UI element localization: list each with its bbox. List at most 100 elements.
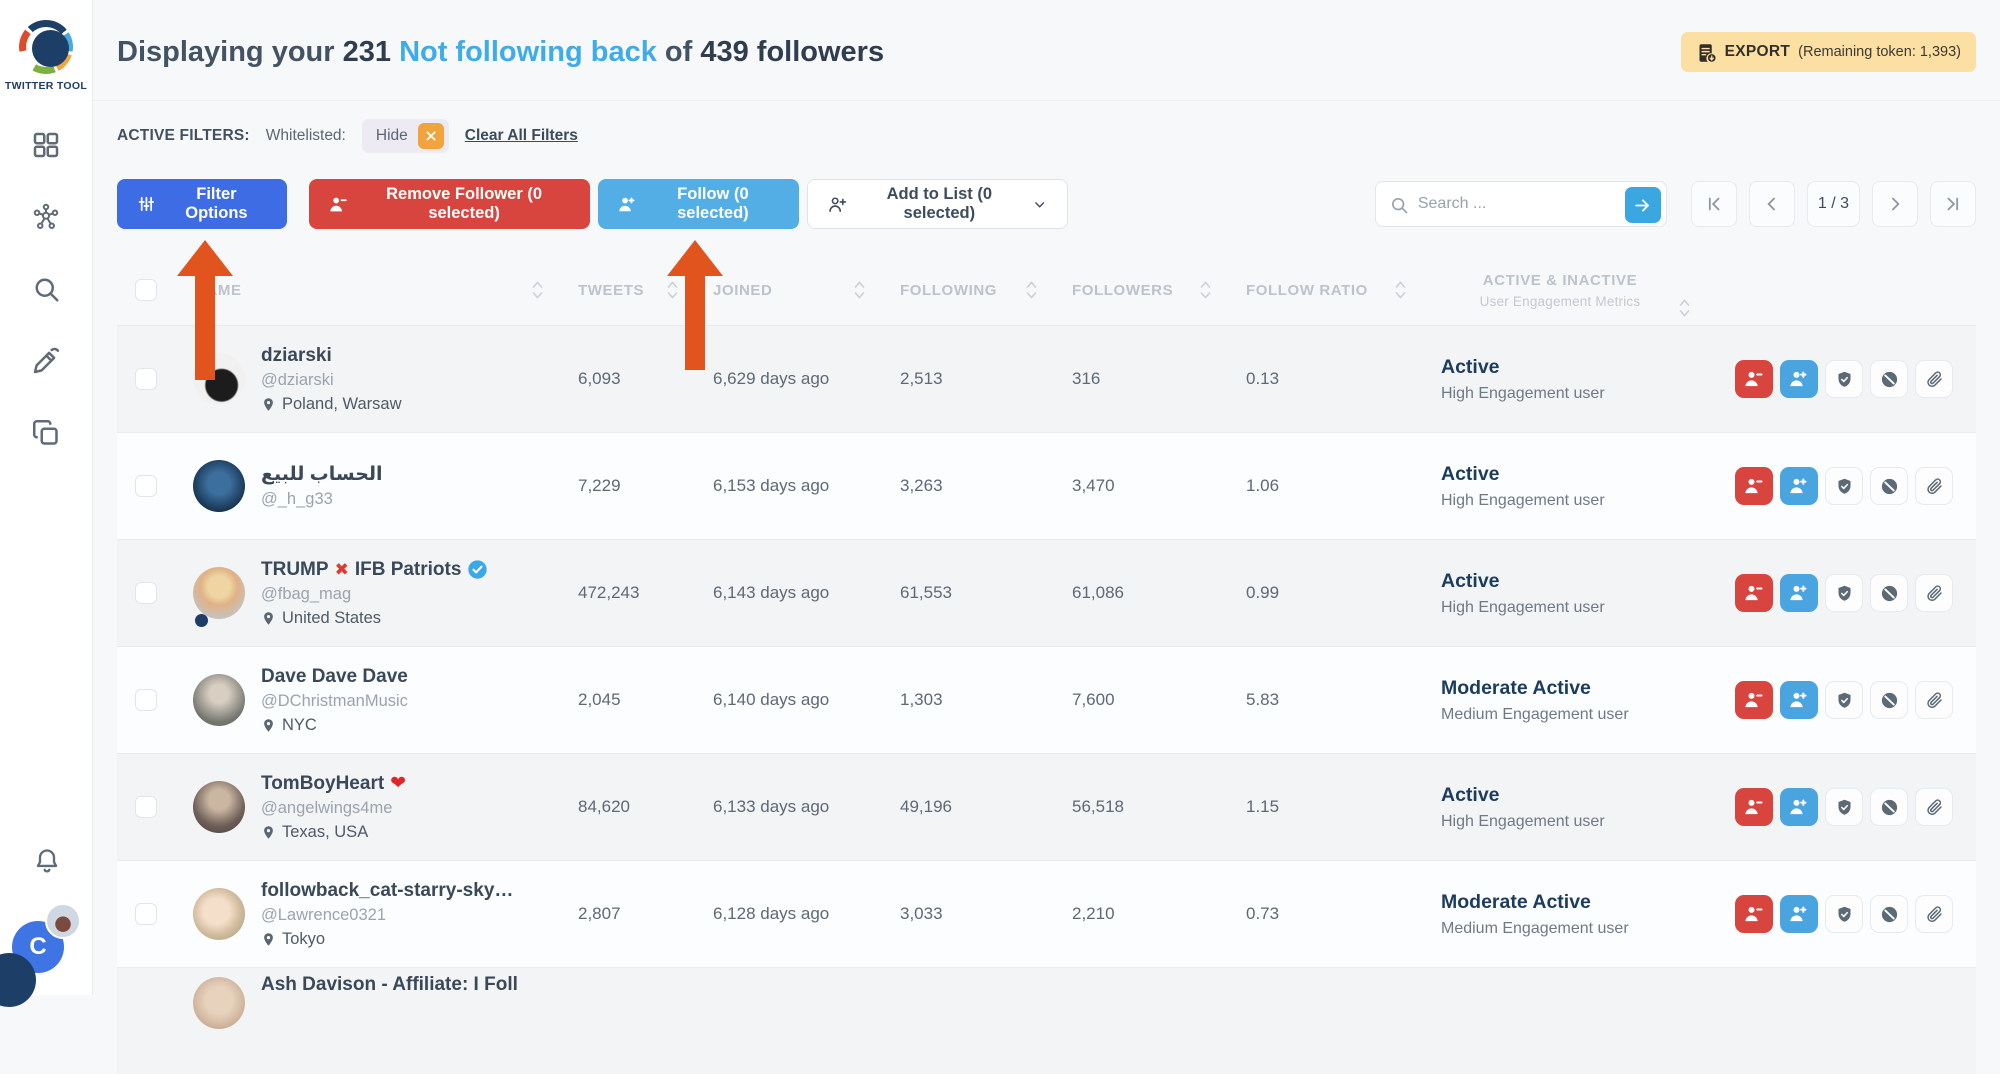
remove-follower-button[interactable] (1735, 360, 1773, 398)
row-checkbox[interactable] (135, 903, 157, 925)
whitelist-button[interactable] (1825, 681, 1863, 719)
select-all-checkbox[interactable] (135, 279, 157, 301)
avatar (45, 903, 81, 939)
search-submit-button[interactable] (1624, 187, 1661, 223)
sidebar-item-dashboard-icon[interactable] (31, 130, 61, 160)
copy-link-button[interactable] (1915, 360, 1953, 398)
whitelist-button[interactable] (1825, 360, 1863, 398)
filter-options-button[interactable]: Filter Options (117, 179, 287, 229)
whitelist-button[interactable] (1825, 574, 1863, 612)
user-name: الحساب للبيع (261, 464, 383, 485)
app-logo (19, 20, 73, 74)
copy-link-button[interactable] (1915, 467, 1953, 505)
person-plus-icon (1789, 797, 1809, 817)
sidebar-item-search-icon[interactable] (31, 274, 61, 304)
followers-value: 7,600 (1072, 690, 1115, 709)
user-handle: @Lawrence0321 (261, 905, 386, 924)
follow-bulk-button[interactable]: Follow (0 selected) (598, 179, 799, 229)
link-icon (1925, 584, 1944, 603)
remove-follower-bulk-button[interactable]: Remove Follower (0 selected) (309, 179, 590, 229)
person-plus-icon (1789, 904, 1809, 924)
clear-all-filters-link[interactable]: Clear All Filters (465, 127, 578, 145)
row-checkbox[interactable] (135, 475, 157, 497)
followers-value: 56,518 (1072, 797, 1124, 816)
follow-button[interactable] (1780, 360, 1818, 398)
whitelist-button[interactable] (1825, 788, 1863, 826)
column-header-name: NAME (195, 281, 242, 299)
remove-follower-button[interactable] (1735, 895, 1773, 933)
sort-followers-icon[interactable] (1199, 278, 1212, 302)
following-value: 3,263 (900, 476, 943, 495)
bell-icon[interactable] (33, 847, 61, 875)
engagement-label: Medium Engagement user (1441, 705, 1629, 723)
copy-link-button[interactable] (1915, 788, 1953, 826)
row-checkbox[interactable] (135, 689, 157, 711)
remove-follower-button[interactable] (1735, 574, 1773, 612)
remove-follower-button[interactable] (1735, 467, 1773, 505)
followers-value: 61,086 (1072, 583, 1124, 602)
block-button[interactable] (1870, 681, 1908, 719)
sidebar-item-duplicate-icon[interactable] (31, 418, 61, 448)
location-pin-icon (261, 932, 276, 947)
row-checkbox[interactable] (135, 796, 157, 818)
remove-follower-button[interactable] (1735, 788, 1773, 826)
sidebar-item-network-icon[interactable] (31, 202, 61, 232)
tweets-value: 7,229 (578, 476, 621, 495)
column-header-active-inactive: ACTIVE & INACTIVE (1482, 271, 1638, 289)
export-button[interactable]: EXPORT (Remaining token: 1,393) (1680, 32, 1976, 72)
row-checkbox[interactable] (135, 368, 157, 390)
sort-active-icon[interactable] (1678, 296, 1691, 320)
search-input[interactable] (1375, 182, 1666, 226)
copy-link-button[interactable] (1915, 681, 1953, 719)
ban-icon (1880, 905, 1899, 924)
sort-tweets-icon[interactable] (666, 278, 679, 302)
status-badge: Active (1441, 355, 1500, 378)
follow-button[interactable] (1780, 788, 1818, 826)
status-badge: Active (1441, 569, 1500, 592)
first-page-button[interactable] (1690, 181, 1737, 227)
chevron-right-icon (1885, 194, 1905, 214)
status-badge: Active (1441, 783, 1500, 806)
not-following-back-link[interactable]: Not following back (399, 36, 657, 68)
brand-name: TWITTER TOOL (4, 80, 88, 92)
block-button[interactable] (1870, 574, 1908, 612)
follow-button[interactable] (1780, 467, 1818, 505)
next-page-button[interactable] (1872, 181, 1918, 227)
block-button[interactable] (1870, 895, 1908, 933)
last-page-button[interactable] (1930, 181, 1976, 227)
copy-link-button[interactable] (1915, 895, 1953, 933)
active-filters-label: ACTIVE FILTERS: (117, 127, 250, 144)
table-row: TRUMP ✖ IFB Patriots @fbag_mag United Stat… (117, 539, 1976, 646)
row-checkbox[interactable] (135, 582, 157, 604)
sidebar-item-compose-icon[interactable] (31, 346, 61, 376)
person-minus-icon (329, 194, 348, 215)
sort-joined-icon[interactable] (853, 278, 866, 302)
follow-button[interactable] (1780, 895, 1818, 933)
follow-button[interactable] (1780, 681, 1818, 719)
location-pin-icon (261, 397, 276, 412)
block-button[interactable] (1870, 467, 1908, 505)
follow-button[interactable] (1780, 574, 1818, 612)
ban-icon (1880, 370, 1899, 389)
sort-following-icon[interactable] (1025, 278, 1038, 302)
person-plus-icon (1789, 369, 1809, 389)
prev-page-button[interactable] (1748, 181, 1795, 227)
whitelist-button[interactable] (1825, 895, 1863, 933)
count-not-following: 231 (342, 36, 391, 68)
status-dot (195, 614, 208, 627)
sort-ratio-icon[interactable] (1394, 278, 1407, 302)
block-button[interactable] (1870, 360, 1908, 398)
block-button[interactable] (1870, 788, 1908, 826)
location-pin-icon (261, 825, 276, 840)
whitelist-button[interactable] (1825, 467, 1863, 505)
add-to-list-dropdown[interactable]: Add to List (0 selected) (807, 179, 1068, 229)
copy-link-button[interactable] (1915, 574, 1953, 612)
shield-check-icon (1835, 370, 1854, 389)
shield-check-icon (1835, 477, 1854, 496)
remove-follower-button[interactable] (1735, 681, 1773, 719)
followers-value: 2,210 (1072, 904, 1115, 923)
sort-name-icon[interactable] (531, 278, 544, 302)
pagination: 1 / 3 (1690, 181, 1976, 227)
location-pin-icon (261, 611, 276, 626)
remove-filter-button[interactable] (417, 123, 444, 149)
